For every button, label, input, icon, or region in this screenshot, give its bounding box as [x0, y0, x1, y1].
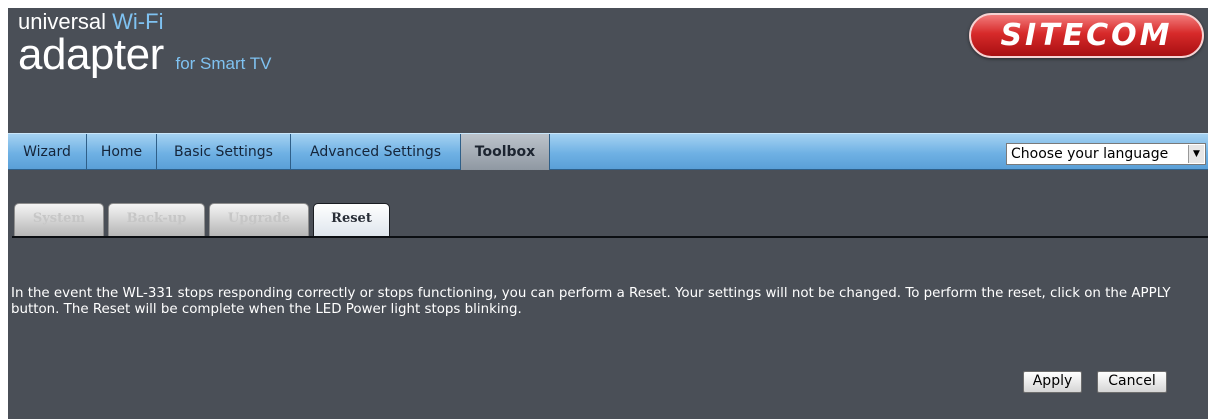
cancel-button[interactable]: Cancel: [1097, 371, 1167, 393]
language-select[interactable]: Choose your language ▼: [1006, 143, 1206, 165]
brand-smart-tv-text: for Smart TV: [175, 54, 272, 73]
chevron-down-icon[interactable]: ▼: [1188, 145, 1204, 163]
nav-toolbox[interactable]: Toolbox: [461, 134, 550, 170]
tab-back-up[interactable]: Back-up: [108, 203, 205, 236]
tab-divider: [12, 236, 1208, 238]
sitecom-logo: SITECOM: [969, 13, 1204, 58]
reset-description: In the event the WL-331 stops responding…: [11, 286, 1171, 317]
nav-home[interactable]: Home: [87, 134, 157, 170]
apply-button[interactable]: Apply: [1023, 371, 1082, 393]
tab-reset[interactable]: Reset: [313, 203, 390, 238]
tab-upgrade[interactable]: Upgrade: [209, 203, 309, 236]
brand-adapter-text: adapter: [18, 30, 164, 79]
language-select-value: Choose your language: [1011, 146, 1169, 162]
nav-wizard[interactable]: Wizard: [8, 134, 87, 170]
router-admin-page: universal Wi-Fi adapter for Smart TV SIT…: [8, 8, 1208, 419]
nav-advanced-settings[interactable]: Advanced Settings: [291, 134, 461, 170]
nav-basic-settings[interactable]: Basic Settings: [157, 134, 291, 170]
product-brand: universal Wi-Fi adapter for Smart TV: [18, 10, 272, 85]
main-nav-bar: Wizard Home Basic Settings Advanced Sett…: [8, 133, 1208, 170]
tab-system[interactable]: System: [14, 203, 104, 236]
brand-line-2: adapter for Smart TV: [18, 33, 272, 85]
